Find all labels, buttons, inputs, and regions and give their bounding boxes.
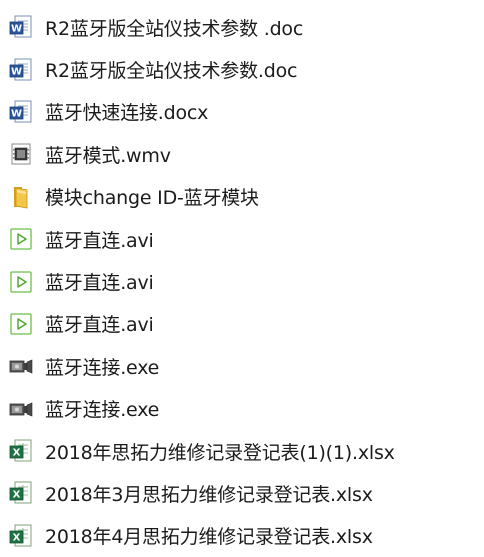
- excel-sheet-icon: X: [8, 480, 34, 506]
- file-name: 2018年思拓力维修记录登记表(1)(1).xlsx: [45, 441, 395, 464]
- file-name: 蓝牙直连.avi: [45, 272, 154, 295]
- excel-sheet-icon: X: [8, 523, 34, 549]
- file-item[interactable]: 蓝牙直连.avi: [8, 218, 478, 260]
- file-name: R2蓝牙版全站仪技术参数.doc: [45, 60, 298, 83]
- executable-icon: [8, 396, 34, 422]
- file-item[interactable]: W 蓝牙快速连接.docx: [8, 91, 478, 133]
- svg-text:W: W: [11, 66, 22, 77]
- word-doc-icon: W: [8, 99, 34, 125]
- file-name: 蓝牙快速连接.docx: [45, 102, 209, 125]
- svg-text:W: W: [11, 24, 22, 35]
- file-item[interactable]: 蓝牙模式.wmv: [8, 133, 478, 175]
- media-play-icon: [8, 311, 34, 337]
- file-item[interactable]: 蓝牙连接.exe: [8, 345, 478, 387]
- excel-sheet-icon: X: [8, 438, 34, 464]
- file-name: 蓝牙直连.avi: [45, 314, 154, 337]
- word-doc-icon: W: [8, 57, 34, 83]
- file-name: 蓝牙直连.avi: [45, 229, 154, 252]
- folder-icon: [8, 184, 34, 210]
- file-name: 蓝牙模式.wmv: [45, 144, 171, 167]
- media-play-icon: [8, 269, 34, 295]
- media-play-icon: [8, 226, 34, 252]
- file-name: 2018年4月思拓力维修记录登记表.xlsx: [45, 526, 373, 549]
- file-item[interactable]: X 2018年3月思拓力维修记录登记表.xlsx: [8, 472, 478, 514]
- file-item[interactable]: 蓝牙连接.exe: [8, 388, 478, 430]
- file-name: 蓝牙连接.exe: [45, 399, 160, 422]
- file-item[interactable]: X 2018年4月思拓力维修记录登记表.xlsx: [8, 515, 478, 557]
- svg-text:X: X: [13, 532, 21, 543]
- word-doc-icon: W: [8, 14, 34, 40]
- svg-text:X: X: [13, 448, 21, 459]
- file-list: W R2蓝牙版全站仪技术参数 .doc W R2蓝牙版全站仪技术参数.doc W…: [8, 6, 478, 557]
- file-item[interactable]: W R2蓝牙版全站仪技术参数 .doc: [8, 6, 478, 48]
- executable-icon: [8, 353, 34, 379]
- svg-text:W: W: [11, 109, 22, 120]
- file-name: 2018年3月思拓力维修记录登记表.xlsx: [45, 483, 373, 506]
- svg-text:X: X: [13, 490, 21, 501]
- file-item[interactable]: W R2蓝牙版全站仪技术参数.doc: [8, 48, 478, 90]
- folder-name: 模块change ID-蓝牙模块: [45, 187, 259, 210]
- folder-item[interactable]: 模块change ID-蓝牙模块: [8, 176, 478, 218]
- file-item[interactable]: 蓝牙直连.avi: [8, 260, 478, 302]
- file-name: 蓝牙连接.exe: [45, 356, 160, 379]
- file-item[interactable]: X 2018年思拓力维修记录登记表(1)(1).xlsx: [8, 430, 478, 472]
- file-name: R2蓝牙版全站仪技术参数 .doc: [45, 17, 304, 40]
- file-item[interactable]: 蓝牙直连.avi: [8, 303, 478, 345]
- video-file-icon: [8, 141, 34, 167]
